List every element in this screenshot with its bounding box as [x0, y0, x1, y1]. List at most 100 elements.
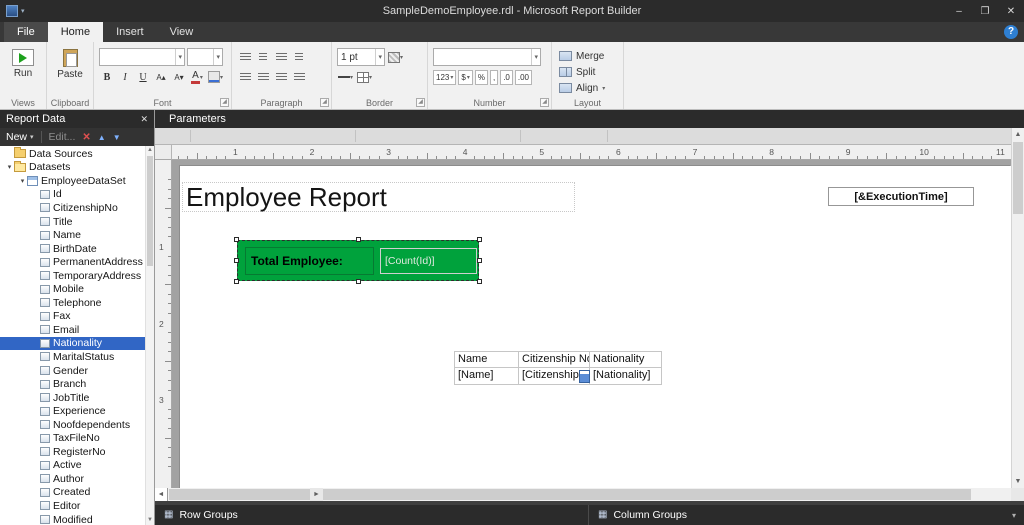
- run-button[interactable]: Run: [5, 46, 41, 79]
- vertical-scrollbar[interactable]: ▲ ▼: [1011, 128, 1024, 488]
- shrink-font-button[interactable]: A▾: [171, 69, 187, 85]
- design-canvas[interactable]: Employee Report [&ExecutionTime] Total E…: [172, 160, 1011, 488]
- selection-handle[interactable]: [477, 237, 482, 242]
- report-page[interactable]: Employee Report [&ExecutionTime] Total E…: [180, 166, 1011, 488]
- decimal-increase-button[interactable]: .00: [514, 69, 532, 85]
- align-left-button[interactable]: [237, 69, 253, 85]
- scroll-left-icon[interactable]: ◄: [155, 488, 168, 501]
- tree-item-modified[interactable]: Modified: [0, 513, 145, 525]
- new-caret-icon[interactable]: ▾: [30, 133, 34, 141]
- table-header-cell[interactable]: Citizenship No: [518, 351, 590, 368]
- indent-decrease-button[interactable]: [273, 49, 289, 65]
- minimize-button[interactable]: –: [946, 0, 972, 22]
- align-center-button[interactable]: [255, 69, 271, 85]
- tree-item-gender[interactable]: Gender: [0, 364, 145, 378]
- bold-button[interactable]: B: [99, 69, 115, 85]
- tree-item-email[interactable]: Email: [0, 323, 145, 337]
- font-name-combo[interactable]: ▾: [99, 48, 185, 66]
- selection-handle[interactable]: [234, 237, 239, 242]
- count-id-textbox[interactable]: [Count(Id)]: [380, 248, 477, 274]
- indent-increase-button[interactable]: [291, 49, 307, 65]
- tree-item-title[interactable]: Title: [0, 215, 145, 229]
- split-button[interactable]: Split: [557, 64, 618, 80]
- scroll-up-icon[interactable]: ▲: [146, 146, 154, 155]
- execution-time-textbox[interactable]: [&ExecutionTime]: [828, 187, 974, 206]
- move-up-button[interactable]: ▲: [98, 133, 106, 142]
- panel-close-icon[interactable]: ✕: [140, 114, 148, 125]
- parameters-bar[interactable]: Parameters: [155, 110, 1024, 128]
- tree-item-maritalstatus[interactable]: MaritalStatus: [0, 350, 145, 364]
- fill-color-button[interactable]: ▾: [207, 69, 224, 85]
- tree-scrollbar[interactable]: ▲ ▼: [145, 146, 154, 525]
- tree-item-fax[interactable]: Fax: [0, 310, 145, 324]
- vertical-scrollbar-thumb[interactable]: [1013, 142, 1023, 214]
- selection-handle[interactable]: [234, 258, 239, 263]
- align-button[interactable]: Align ▾: [557, 80, 618, 96]
- field-picker-icon[interactable]: [579, 370, 590, 383]
- font-dialog-launcher-icon[interactable]: ◢: [220, 98, 229, 107]
- maximize-button[interactable]: ❐: [972, 0, 998, 22]
- justify-button[interactable]: [291, 69, 307, 85]
- tab-file[interactable]: File: [4, 22, 48, 42]
- tree-item-id[interactable]: Id: [0, 188, 145, 202]
- tree-item-datasets[interactable]: ▾ Datasets: [0, 160, 145, 175]
- scroll-right-icon[interactable]: ►: [310, 488, 323, 501]
- row-groups-pane[interactable]: ▦ Row Groups: [155, 505, 588, 525]
- tree-item-mobile[interactable]: Mobile: [0, 282, 145, 296]
- selection-handle[interactable]: [234, 279, 239, 284]
- tree-item-employeedataset[interactable]: ▾ EmployeeDataSet: [0, 174, 145, 188]
- move-down-button[interactable]: ▼: [113, 133, 121, 142]
- tree-item-active[interactable]: Active: [0, 459, 145, 473]
- borders-button[interactable]: ▾: [356, 69, 373, 85]
- table-data-cell[interactable]: [Nationality]: [589, 367, 662, 385]
- tree-item-temporaryaddress[interactable]: TemporaryAddress: [0, 269, 145, 283]
- tree-item-taxfileno[interactable]: TaxFileNo: [0, 431, 145, 445]
- merge-button[interactable]: Merge: [557, 48, 618, 64]
- number-format-combo[interactable]: ▾: [433, 48, 541, 66]
- tree-item-author[interactable]: Author: [0, 472, 145, 486]
- total-employee-label[interactable]: Total Employee:: [245, 247, 374, 275]
- delete-button[interactable]: ✕: [82, 132, 90, 143]
- tree-item-data-sources[interactable]: Data Sources: [0, 147, 145, 161]
- tree-item-citizenshipno[interactable]: CitizenshipNo: [0, 201, 145, 215]
- paragraph-dialog-launcher-icon[interactable]: ◢: [320, 98, 329, 107]
- table-data-cell[interactable]: [Name]: [454, 367, 519, 385]
- app-icon[interactable]: [6, 5, 18, 17]
- font-size-combo[interactable]: ▾: [187, 48, 223, 66]
- horizontal-scrollbar-thumb[interactable]: [169, 489, 971, 500]
- decimal-decrease-button[interactable]: .0: [500, 69, 513, 85]
- grouping-options-caret-icon[interactable]: ▾: [1012, 511, 1016, 520]
- number-format-button[interactable]: 123 ▾: [433, 69, 457, 85]
- font-color-button[interactable]: A ▾: [189, 69, 205, 85]
- tablix[interactable]: Name Citizenship No Nationality [Name] [Citi…: [454, 351, 662, 385]
- border-width-combo[interactable]: 1 pt ▾: [337, 48, 385, 66]
- scroll-down-icon[interactable]: ▼: [146, 516, 154, 525]
- scroll-up-icon[interactable]: ▲: [1012, 128, 1024, 141]
- total-employee-summary-box[interactable]: Total Employee: [Count(Id)]: [234, 237, 482, 284]
- column-groups-pane[interactable]: ▦ Column Groups ▾: [588, 505, 1024, 525]
- tree-item-experience[interactable]: Experience: [0, 404, 145, 418]
- tree-item-branch[interactable]: Branch: [0, 377, 145, 391]
- expand-icon[interactable]: ▾: [18, 177, 27, 185]
- tab-insert[interactable]: Insert: [103, 22, 157, 42]
- edit-button[interactable]: Edit...: [49, 131, 76, 143]
- expand-icon[interactable]: ▾: [5, 163, 14, 171]
- table-header-cell[interactable]: Nationality: [589, 351, 662, 368]
- tab-view[interactable]: View: [157, 22, 207, 42]
- tree-item-registerno[interactable]: RegisterNo: [0, 445, 145, 459]
- tree-item-nationality[interactable]: Nationality: [0, 336, 145, 351]
- tree-item-name[interactable]: Name: [0, 228, 145, 242]
- selection-handle[interactable]: [356, 279, 361, 284]
- numbered-list-button[interactable]: [255, 49, 271, 65]
- close-button[interactable]: ✕: [998, 0, 1024, 22]
- align-right-button[interactable]: [273, 69, 289, 85]
- bullet-list-button[interactable]: [237, 49, 253, 65]
- tree-item-noofdependents[interactable]: Noofdependents: [0, 418, 145, 432]
- tree-item-jobtitle[interactable]: JobTitle: [0, 391, 145, 405]
- tree-item-telephone[interactable]: Telephone: [0, 296, 145, 310]
- selection-handle[interactable]: [477, 258, 482, 263]
- new-button[interactable]: New: [6, 131, 27, 143]
- tree-item-editor[interactable]: Editor: [0, 499, 145, 513]
- selection-handle[interactable]: [477, 279, 482, 284]
- quick-access-caret-icon[interactable]: ▾: [21, 7, 25, 15]
